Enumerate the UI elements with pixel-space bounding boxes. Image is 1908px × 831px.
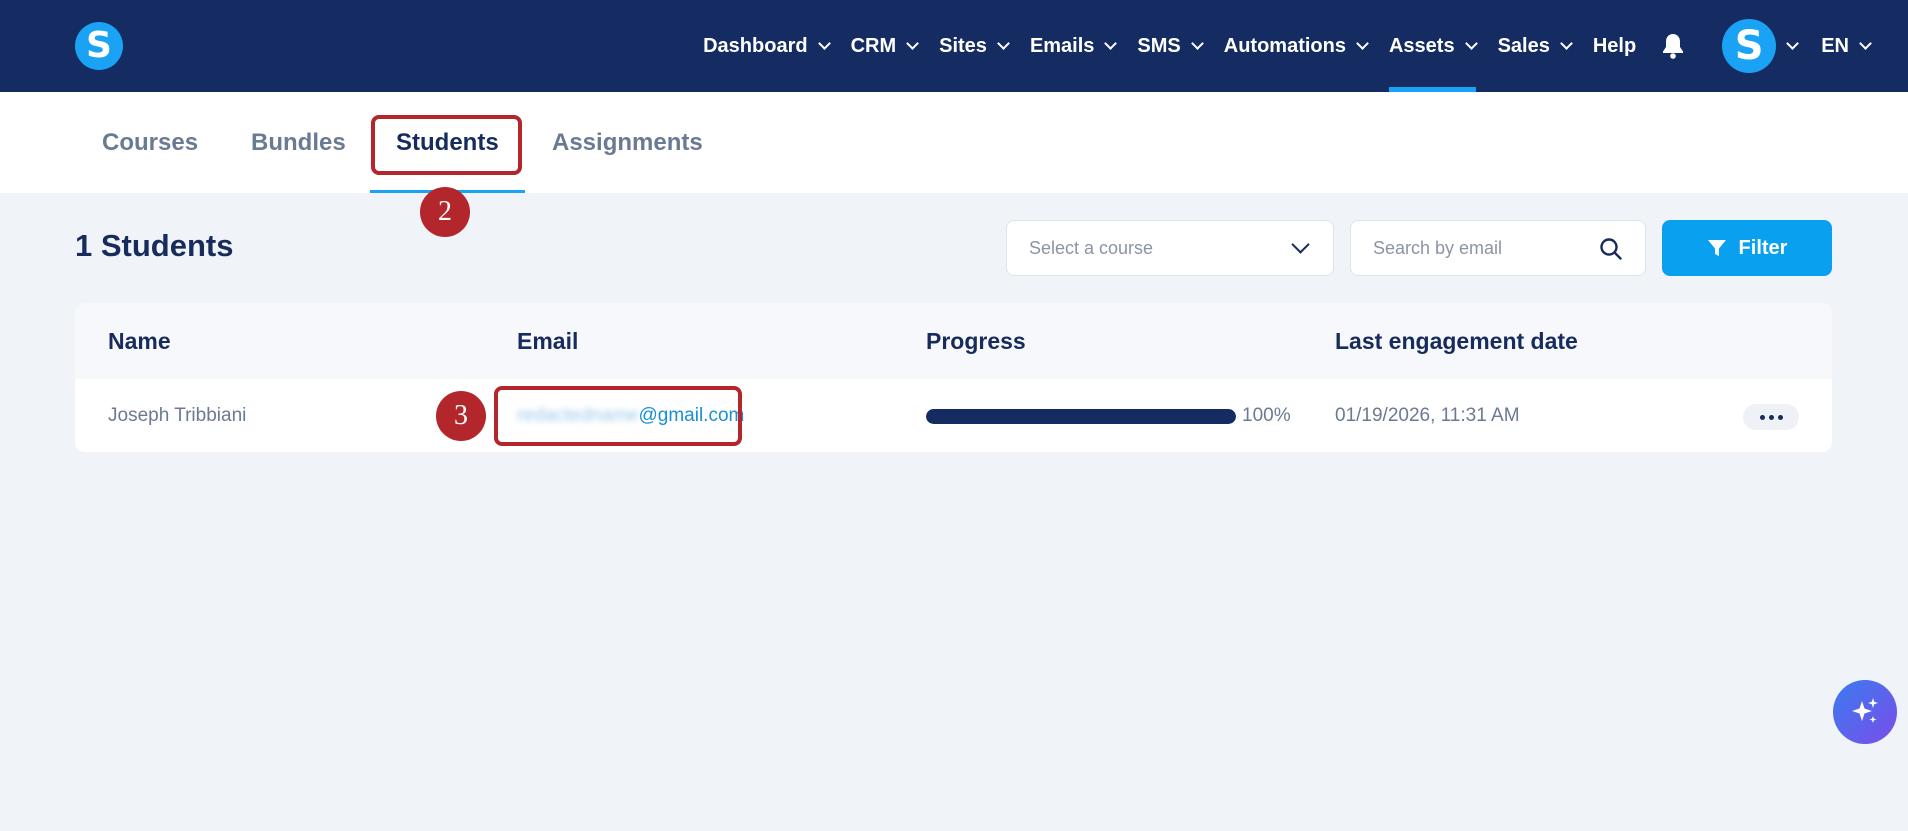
students-table: Name Email Progress Last engagement date… xyxy=(75,303,1832,452)
nav-label: CRM xyxy=(850,34,897,57)
filter-icon xyxy=(1707,240,1726,256)
nav-dashboard[interactable]: Dashboard xyxy=(703,0,831,92)
nav-assets[interactable]: Assets xyxy=(1388,0,1478,92)
nav-sales[interactable]: Sales xyxy=(1497,0,1573,92)
table-header: Name Email Progress Last engagement date xyxy=(75,303,1832,379)
column-header-last-engagement: Last engagement date xyxy=(1335,327,1578,354)
nav-label: Sales xyxy=(1497,34,1550,57)
brand-logo[interactable]: S xyxy=(75,22,123,70)
progress-bar xyxy=(926,409,1236,424)
more-icon xyxy=(1759,414,1783,420)
user-menu[interactable]: S xyxy=(1722,0,1800,92)
column-header-email: Email xyxy=(517,327,579,354)
column-header-progress: Progress xyxy=(926,327,1026,354)
nav-sites[interactable]: Sites xyxy=(939,0,1010,92)
nav-label: Sites xyxy=(939,34,987,57)
row-actions-button[interactable] xyxy=(1743,404,1799,430)
email-search xyxy=(1350,220,1646,276)
page-title: 1 Students xyxy=(75,228,234,263)
email-domain: @gmail.com xyxy=(638,404,745,426)
chevron-down-icon xyxy=(1559,36,1573,50)
course-select[interactable]: Select a course xyxy=(1006,220,1334,276)
language-label: EN xyxy=(1821,34,1849,57)
filter-label: Filter xyxy=(1738,236,1788,259)
progress-fill xyxy=(926,409,1236,424)
tab-courses[interactable]: Courses xyxy=(102,92,198,193)
last-engagement-date: 01/19/2026, 11:31 AM xyxy=(1335,404,1520,426)
chevron-down-icon xyxy=(817,36,831,50)
nav-emails[interactable]: Emails xyxy=(1029,0,1118,92)
progress-percent: 100% xyxy=(1242,404,1291,426)
tab-students[interactable]: Students xyxy=(370,92,525,193)
main-nav: Dashboard CRM Sites Emails SMS Automatio… xyxy=(681,0,1908,92)
chevron-down-icon xyxy=(997,36,1010,50)
tab-assignments[interactable]: Assignments xyxy=(552,92,703,193)
nav-label: Automations xyxy=(1223,34,1346,57)
chevron-down-icon xyxy=(1104,36,1118,50)
annotation-step-badge: 3 xyxy=(436,391,486,441)
chevron-down-icon xyxy=(1291,235,1310,254)
chevron-down-icon xyxy=(1356,36,1369,50)
nav-label: Emails xyxy=(1029,34,1095,57)
nav-label: Assets xyxy=(1388,34,1455,57)
nav-crm[interactable]: CRM xyxy=(850,0,919,92)
search-icon[interactable] xyxy=(1599,237,1623,266)
student-email-link[interactable]: redactedname @gmail.com xyxy=(517,379,744,452)
ai-assistant-button[interactable] xyxy=(1833,680,1897,744)
sparkle-icon xyxy=(1852,698,1878,723)
asset-subtabs: Courses Bundles Students Assignments xyxy=(0,92,1908,193)
chevron-down-icon xyxy=(906,36,919,50)
chevron-down-icon xyxy=(1786,36,1800,50)
notifications-button[interactable] xyxy=(1660,0,1686,92)
bell-icon xyxy=(1660,33,1686,59)
nav-label: Dashboard xyxy=(703,34,808,57)
nav-help[interactable]: Help xyxy=(1593,0,1636,92)
tab-bundles[interactable]: Bundles xyxy=(251,92,346,193)
nav-sms[interactable]: SMS xyxy=(1137,0,1204,92)
filter-button[interactable]: Filter xyxy=(1662,220,1832,276)
chevron-down-icon xyxy=(1464,36,1478,50)
student-name[interactable]: Joseph Tribbiani xyxy=(108,379,246,452)
search-input[interactable] xyxy=(1373,221,1593,275)
nav-label: SMS xyxy=(1137,34,1181,57)
top-navigation: S Dashboard CRM Sites Emails SMS Automat… xyxy=(0,0,1908,92)
course-select-placeholder: Select a course xyxy=(1029,237,1154,258)
column-header-name: Name xyxy=(108,327,171,354)
annotation-step-badge: 2 xyxy=(420,187,470,237)
avatar: S xyxy=(1722,19,1777,73)
chevron-down-icon xyxy=(1859,36,1872,50)
chevron-down-icon xyxy=(1190,36,1204,50)
email-redacted-part: redactedname xyxy=(517,404,639,426)
nav-automations[interactable]: Automations xyxy=(1223,0,1369,92)
language-selector[interactable]: EN xyxy=(1821,0,1872,92)
nav-label: Help xyxy=(1592,34,1637,57)
